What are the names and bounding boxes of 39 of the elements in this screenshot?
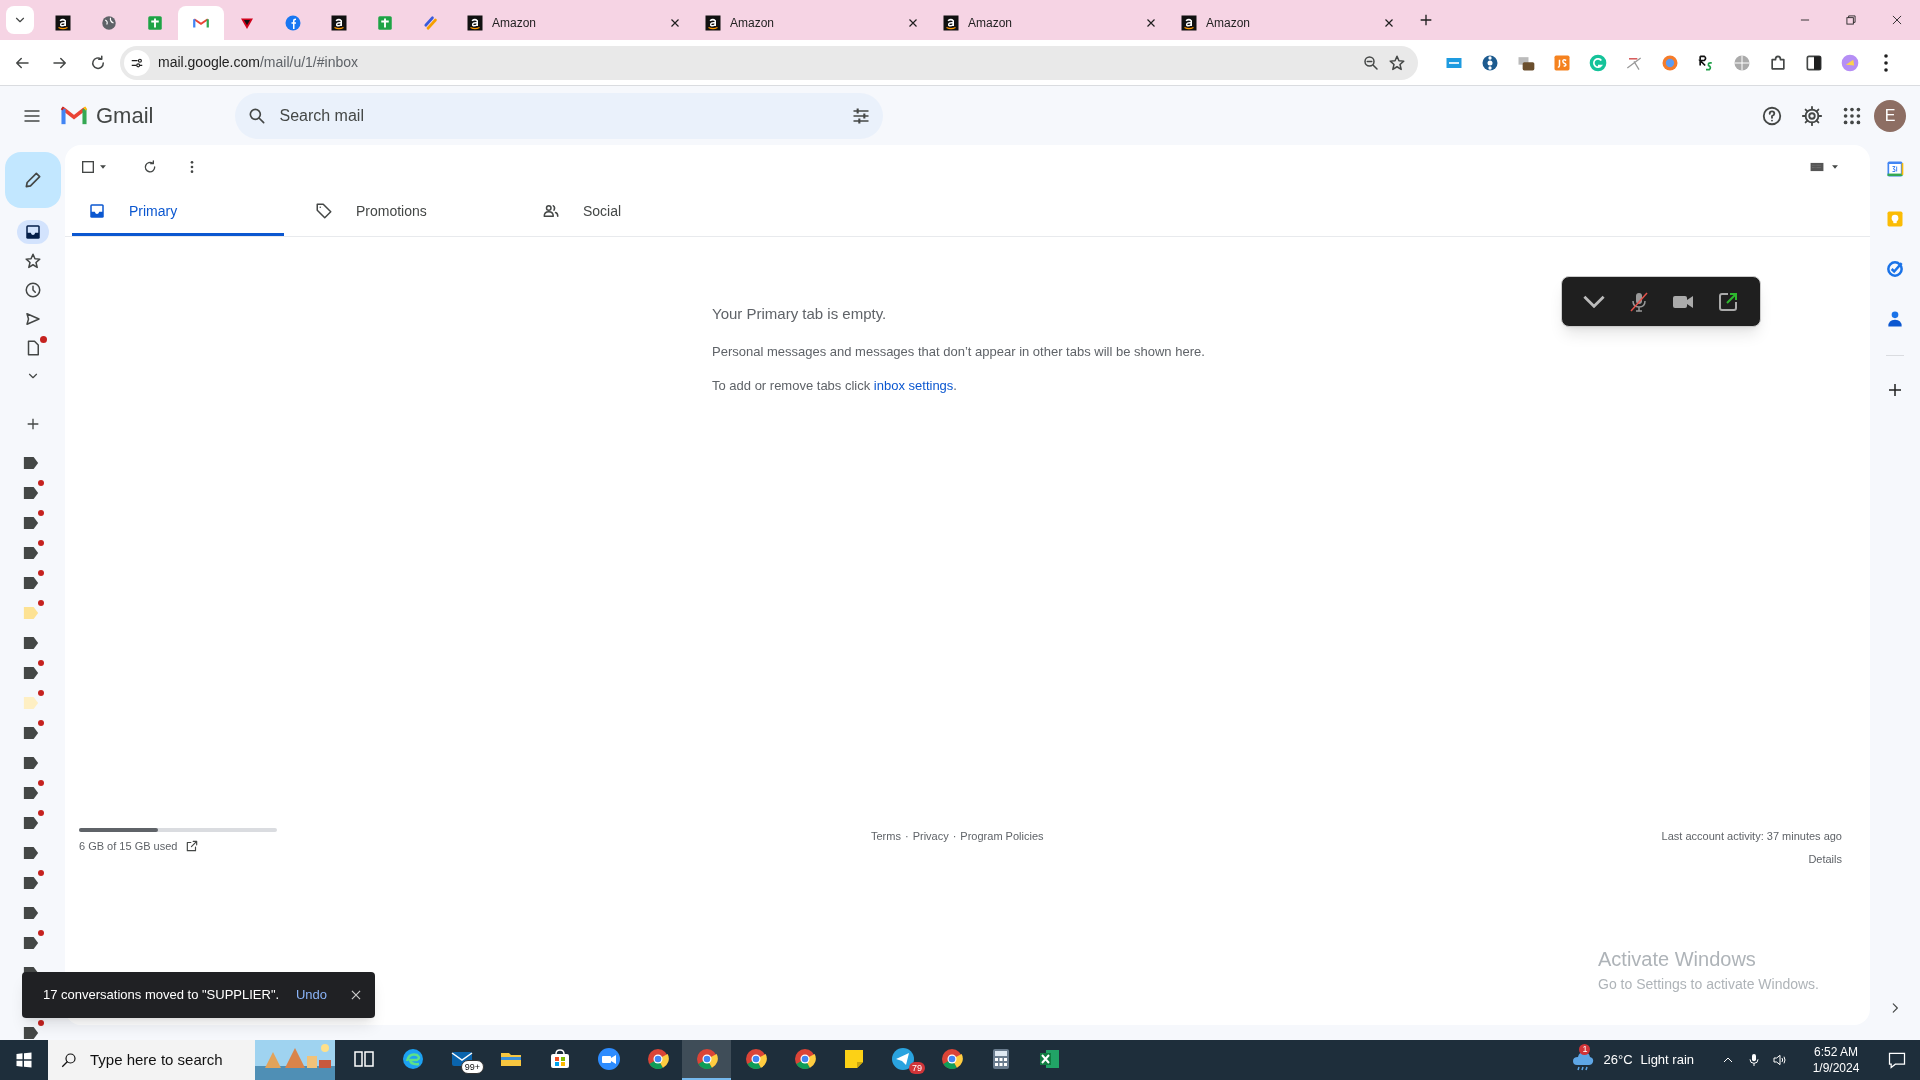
weather-alert-badge: 1: [1579, 1044, 1591, 1055]
weather-temperature: 26°C: [1603, 1051, 1633, 1070]
badge-count: 79: [909, 1062, 925, 1074]
taskbar-app[interactable]: 99+: [437, 1040, 486, 1080]
snackbar-message: 17 conversations moved to "SUPPLIER".: [43, 986, 281, 1005]
details-link[interactable]: Details: [1808, 850, 1842, 867]
search-input[interactable]: Search mail: [279, 103, 840, 128]
browser-tab[interactable]: Amazon: [692, 6, 930, 40]
clock-date: 1/9/2024: [1812, 1060, 1860, 1076]
search-field[interactable]: Search mail: [235, 92, 884, 139]
inbox-tab[interactable]: Promotions: [299, 189, 511, 236]
account-avatar[interactable]: E: [1874, 99, 1906, 132]
empty-hint: To add or remove tabs click inbox settings.: [712, 377, 958, 395]
footer-link[interactable]: Program Policies: [960, 828, 1044, 845]
app-name: Gmail: [96, 102, 154, 130]
separator-dot: ·: [952, 829, 957, 844]
browser-tab[interactable]: Amazon: [1168, 6, 1406, 40]
taskbar-search-field[interactable]: Type here to search: [48, 1040, 335, 1080]
footer-link[interactable]: Terms: [871, 828, 901, 845]
taskbar-search-input[interactable]: Type here to search: [90, 1048, 240, 1072]
empty-title: Your Primary tab is empty.: [712, 304, 888, 324]
footer-link[interactable]: Privacy: [912, 828, 949, 845]
activation-text: Go to Settings to activate Windows.: [1598, 975, 1819, 994]
activity-text: Last account activity: 37 minutes ago: [1661, 829, 1842, 844]
activation-title: Activate Windows: [1598, 947, 1757, 972]
storage-text: 6 GB of 15 GB used: [79, 839, 178, 854]
browser-tab[interactable]: Amazon: [454, 6, 692, 40]
clock-time: 6:52 AM: [1814, 1044, 1858, 1060]
empty-message: Personal messages and messages that don’t appear in other tabs will be shown here.: [712, 342, 1206, 361]
undo-button[interactable]: Undo: [295, 985, 327, 1005]
inbox-tab[interactable]: Social: [526, 189, 738, 236]
address-bar[interactable]: mail.google.com/mail/u/1/#inbox: [120, 45, 1418, 80]
weather-condition: Light rain: [1640, 1051, 1694, 1070]
inbox-tab[interactable]: Primary: [72, 189, 284, 236]
browser-tab[interactable]: Amazon: [930, 6, 1168, 40]
taskbar-app[interactable]: 79: [878, 1040, 927, 1080]
url-text: mail.google.com/mail/u/1/#inbox: [158, 53, 359, 72]
badge-count: 99+: [460, 1060, 484, 1074]
separator-dot: ·: [904, 829, 909, 844]
